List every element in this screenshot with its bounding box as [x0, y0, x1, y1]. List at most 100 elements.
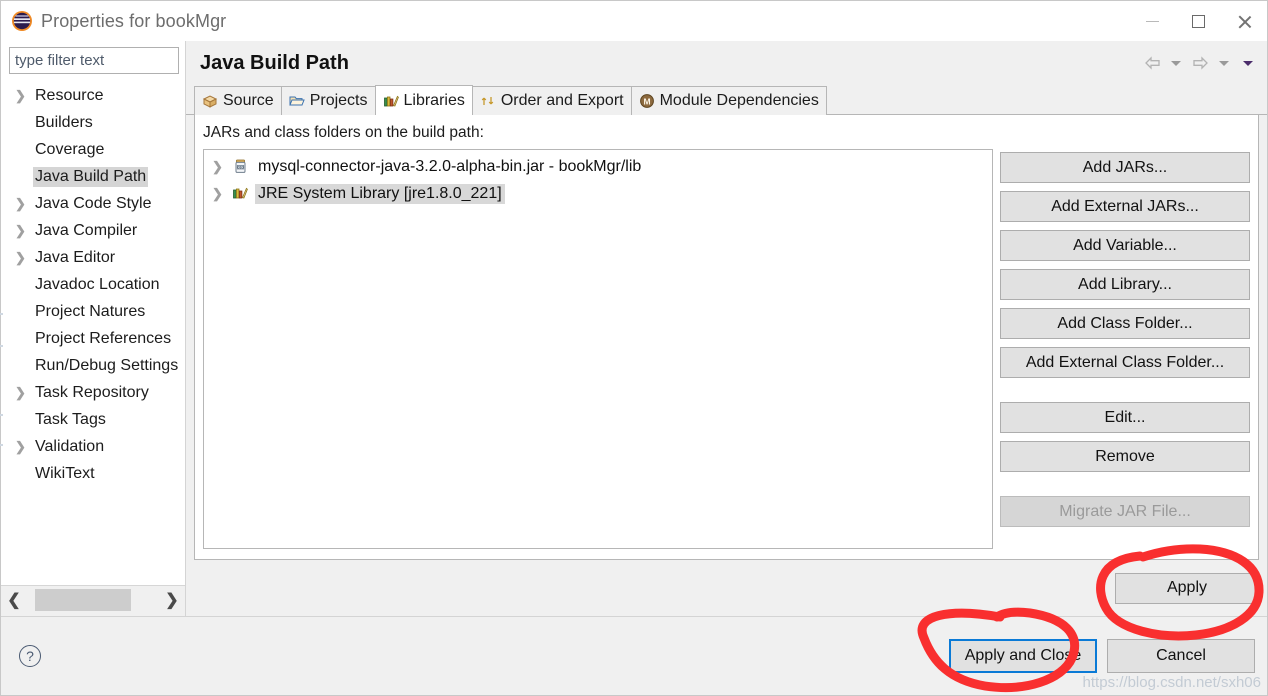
- close-button[interactable]: [1221, 1, 1267, 41]
- build-path-list[interactable]: ❯ 010 mysql-connector-java-3.2.0-alpha-bin…: [203, 149, 993, 549]
- back-menu-chevron-down-icon[interactable]: [1165, 50, 1187, 76]
- window-title: Properties for bookMgr: [41, 10, 227, 31]
- tab-module-dependencies[interactable]: M Module Dependencies: [630, 86, 827, 115]
- scrollbar-track[interactable]: [27, 586, 159, 616]
- edge-artifact: [0, 313, 3, 315]
- tab-label: Module Dependencies: [659, 92, 819, 109]
- forward-arrow-icon[interactable]: [1189, 50, 1211, 76]
- dialog-body: ❯ResourceBuildersCoverageJava Build Path…: [1, 41, 1267, 616]
- sidebar-item-project-references[interactable]: Project References: [1, 325, 185, 352]
- migrate-jar-file-button: Migrate JAR File...: [1000, 496, 1250, 527]
- sidebar-item-label: Validation: [35, 437, 105, 455]
- tab-libraries[interactable]: Libraries: [374, 85, 473, 115]
- chevron-right-icon[interactable]: ❯: [15, 224, 33, 237]
- svg-text:M: M: [643, 96, 650, 106]
- chevron-right-icon[interactable]: ❯: [212, 159, 232, 175]
- edit-button[interactable]: Edit...: [1000, 402, 1250, 433]
- add-library-button[interactable]: Add Library...: [1000, 269, 1250, 300]
- list-item[interactable]: ❯ 010 mysql-connector-java-3.2.0-alpha-bin…: [204, 153, 992, 180]
- apply-and-close-button[interactable]: Apply and Close: [949, 639, 1097, 673]
- sidebar-item-label: Java Build Path: [33, 166, 149, 187]
- close-icon: [1237, 14, 1252, 29]
- order-arrows-icon: [480, 93, 496, 109]
- sidebar-item-project-natures[interactable]: Project Natures: [1, 298, 185, 325]
- sidebar-item-resource[interactable]: ❯ Resource: [1, 82, 185, 109]
- help-icon[interactable]: ?: [19, 645, 41, 667]
- back-arrow-icon[interactable]: [1141, 50, 1163, 76]
- maximize-icon: [1191, 14, 1205, 28]
- libraries-tab-panel: JARs and class folders on the build path…: [194, 115, 1259, 560]
- tab-label: Projects: [309, 92, 368, 109]
- chevron-right-icon[interactable]: ❯: [15, 89, 33, 102]
- sidebar-item-label: Task Repository: [35, 383, 149, 401]
- tab-projects[interactable]: Projects: [280, 86, 376, 115]
- sidebar-item-label: Builders: [35, 113, 93, 131]
- sidebar-item-java-compiler[interactable]: ❯ Java Compiler: [1, 217, 185, 244]
- filter-input[interactable]: [9, 47, 179, 74]
- add-jars-button[interactable]: Add JARs...: [1000, 152, 1250, 183]
- sidebar-item-javadoc-location[interactable]: Javadoc Location: [1, 271, 185, 298]
- tab-source[interactable]: Source: [194, 86, 282, 115]
- footer-buttons: Apply and Close Cancel: [949, 639, 1255, 673]
- package-icon: [202, 93, 218, 109]
- dialog-footer: ? Apply and Close Cancel https://blog.cs…: [1, 616, 1267, 695]
- sidebar-item-builders[interactable]: Builders: [1, 109, 185, 136]
- add-external-jars-button[interactable]: Add External JARs...: [1000, 191, 1250, 222]
- chevron-left-icon[interactable]: ❮: [1, 593, 27, 609]
- tab-order-and-export[interactable]: Order and Export: [471, 86, 632, 115]
- edge-artifact: [0, 414, 3, 416]
- remove-button[interactable]: Remove: [1000, 441, 1250, 472]
- apply-button[interactable]: Apply: [1115, 572, 1259, 604]
- sidebar-item-java-build-path[interactable]: Java Build Path: [1, 163, 185, 190]
- page-nav: [1141, 41, 1259, 85]
- view-menu-chevron-down-icon[interactable]: [1237, 50, 1259, 76]
- maximize-button[interactable]: [1175, 1, 1221, 41]
- scrollbar-thumb[interactable]: [35, 589, 131, 611]
- list-item[interactable]: ❯ JRE System Library [jre1.8.0_221]: [204, 180, 992, 207]
- sidebar-item-wikitext[interactable]: WikiText: [1, 460, 185, 487]
- tab-label: Libraries: [403, 91, 465, 109]
- sidebar-item-run-debug-settings[interactable]: Run/Debug Settings: [1, 352, 185, 379]
- add-variable-button[interactable]: Add Variable...: [1000, 230, 1250, 261]
- apply-row: Apply: [186, 560, 1267, 616]
- eclipse-logo-icon: [11, 10, 33, 32]
- sidebar-item-label: Java Compiler: [35, 221, 138, 239]
- chevron-right-icon[interactable]: ❯: [15, 251, 33, 264]
- chevron-right-icon[interactable]: ❯: [212, 186, 232, 202]
- content-body: ❯ 010 mysql-connector-java-3.2.0-alpha-bin…: [195, 149, 1258, 559]
- folder-icon: [288, 93, 305, 109]
- settings-page: Java Build Path Source Projects Librarie…: [185, 41, 1267, 616]
- sidebar-item-coverage[interactable]: Coverage: [1, 136, 185, 163]
- forward-menu-chevron-down-icon[interactable]: [1213, 50, 1235, 76]
- sidebar-item-label: Run/Debug Settings: [35, 356, 179, 374]
- watermark: https://blog.csdn.net/sxh06: [1082, 674, 1261, 691]
- sidebar-item-task-tags[interactable]: Task Tags: [1, 406, 185, 433]
- page-header: Java Build Path: [186, 41, 1267, 85]
- sidebar-item-label: Java Code Style: [35, 194, 152, 212]
- sidebar-item-validation[interactable]: ❯ Validation: [1, 433, 185, 460]
- books-icon: [383, 93, 399, 109]
- sidebar-item-label: Project References: [35, 329, 172, 347]
- list-item-label: mysql-connector-java-3.2.0-alpha-bin.jar…: [258, 157, 642, 175]
- minimize-button[interactable]: [1129, 1, 1175, 41]
- add-external-class-folder-button[interactable]: Add External Class Folder...: [1000, 347, 1250, 378]
- minimize-icon: [1145, 20, 1159, 22]
- cancel-button[interactable]: Cancel: [1107, 639, 1255, 673]
- chevron-right-icon[interactable]: ❯: [159, 593, 185, 609]
- sidebar-tree: ❯ Resource Builders Coverage Java Build Path…: [1, 78, 185, 585]
- sidebar-item-java-editor[interactable]: ❯ Java Editor: [1, 244, 185, 271]
- sidebar-horizontal-scrollbar[interactable]: ❮ ❯: [1, 585, 185, 616]
- sidebar-item-label: Javadoc Location: [35, 275, 160, 293]
- sidebar-item-label: Resource: [35, 86, 104, 104]
- page-title: Java Build Path: [200, 51, 349, 74]
- chevron-right-icon[interactable]: ❯: [15, 386, 33, 399]
- chevron-right-icon[interactable]: ❯: [15, 197, 33, 210]
- sidebar-item-task-repository[interactable]: ❯ Task Repository: [1, 379, 185, 406]
- edge-artifact: [0, 345, 3, 347]
- jar-icon: 010: [232, 158, 249, 175]
- library-action-buttons: Add JARs... Add External JARs... Add Varia…: [1000, 149, 1250, 549]
- sidebar-item-java-code-style[interactable]: ❯ Java Code Style: [1, 190, 185, 217]
- content-label: JARs and class folders on the build path…: [203, 124, 484, 141]
- add-class-folder-button[interactable]: Add Class Folder...: [1000, 308, 1250, 339]
- chevron-right-icon[interactable]: ❯: [15, 440, 33, 453]
